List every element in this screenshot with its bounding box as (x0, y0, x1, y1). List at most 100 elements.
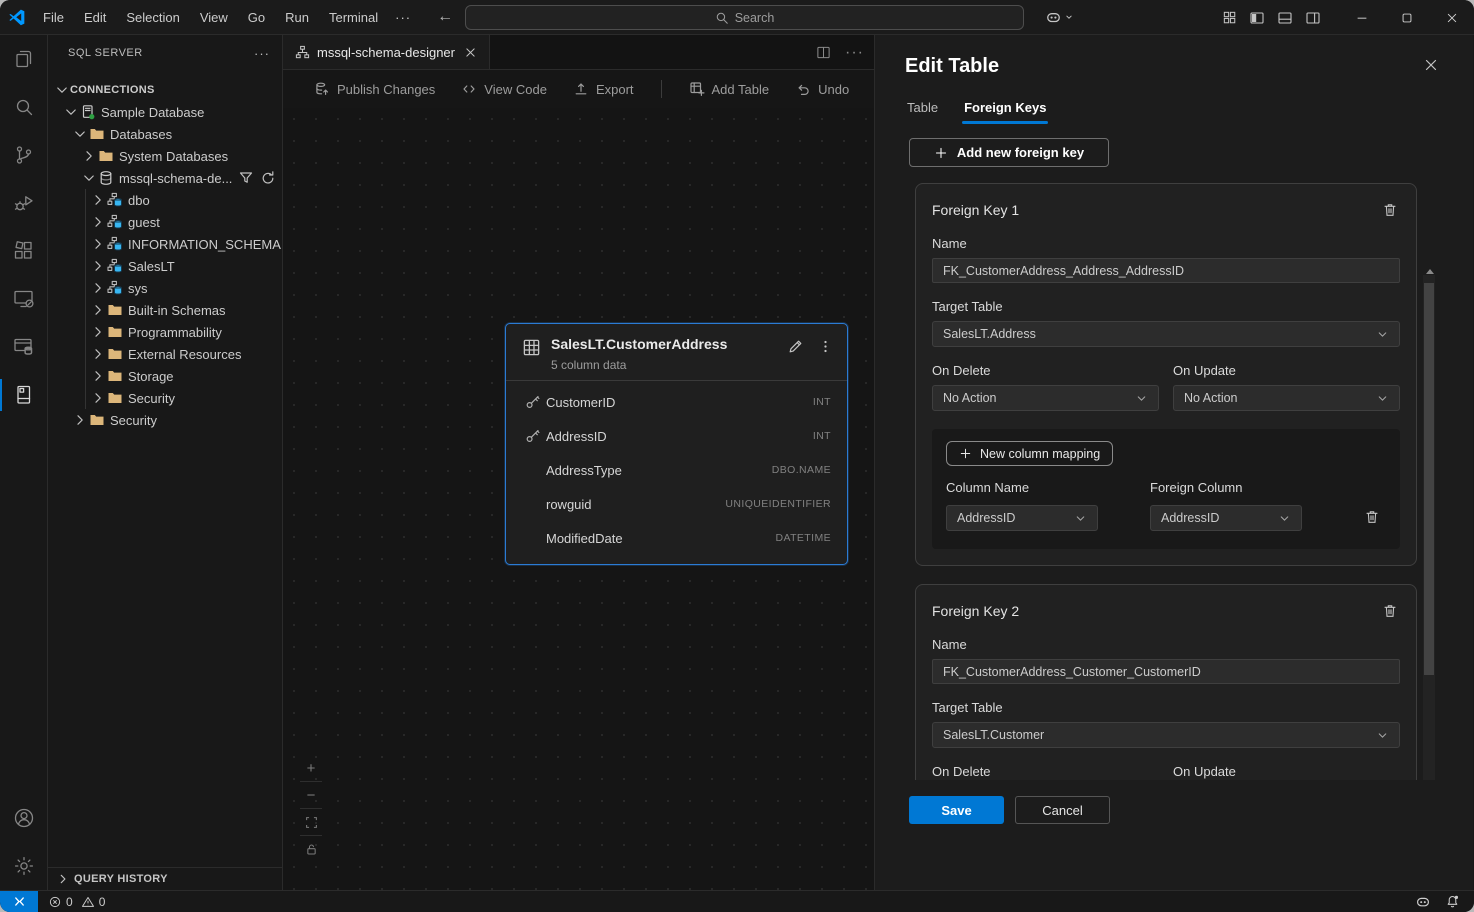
fk1-column-name-select[interactable]: AddressID (946, 505, 1098, 531)
tab-mssql-schema-designer[interactable]: mssql-schema-designer (283, 35, 490, 69)
fk2-name-input[interactable]: FK_CustomerAddress_Customer_CustomerID (932, 659, 1400, 684)
fk1-new-column-mapping-button[interactable]: New column mapping (946, 441, 1113, 466)
add-table-button[interactable]: Add Table (680, 76, 779, 102)
tree-item-sample-database[interactable]: Sample Database (48, 101, 282, 123)
lock-button[interactable] (297, 836, 325, 862)
tree-item-storage[interactable]: Storage (48, 365, 282, 387)
export-button[interactable]: Export (564, 76, 643, 102)
schema-canvas[interactable]: SalesLT.CustomerAddress 5 column data Cu… (283, 108, 874, 890)
nav-back-button[interactable]: ← (433, 6, 457, 28)
fk1-target-table-select[interactable]: SalesLT.Address (932, 321, 1400, 347)
scroll-up-icon[interactable] (1425, 268, 1435, 276)
tab-foreign-keys[interactable]: Foreign Keys (964, 100, 1046, 124)
menu-file[interactable]: File (34, 6, 73, 29)
activitybar-source-control[interactable] (0, 131, 47, 179)
tree-item-mssql-schema-de[interactable]: mssql-schema-de... (48, 167, 282, 189)
table-card-customeraddress[interactable]: SalesLT.CustomerAddress 5 column data Cu… (505, 323, 848, 565)
activitybar-remote-explorer[interactable] (0, 275, 47, 323)
tree-item-system-databases[interactable]: System Databases (48, 145, 282, 167)
tree-item-information-schema[interactable]: INFORMATION_SCHEMA (48, 233, 282, 255)
fk1-on-delete-select[interactable]: No Action (932, 385, 1159, 411)
split-editor-icon[interactable] (816, 45, 831, 60)
tree-item-security[interactable]: Security (48, 409, 282, 431)
fit-view-button[interactable] (297, 809, 325, 835)
toggle-secondary-sidebar-icon[interactable] (1305, 10, 1321, 26)
tab-table[interactable]: Table (907, 100, 938, 124)
edit-table-pencil-icon[interactable] (787, 338, 804, 355)
editor-group: mssql-schema-designer ··· Publish Change… (283, 35, 875, 890)
tree-item-external-resources[interactable]: External Resources (48, 343, 282, 365)
activitybar-sql-database[interactable] (0, 323, 47, 371)
cancel-button[interactable]: Cancel (1015, 796, 1110, 824)
tree-item-security[interactable]: Security (48, 387, 282, 409)
problems-indicator[interactable]: 0 0 (48, 895, 109, 909)
search-input[interactable]: Search (465, 5, 1024, 30)
menu-selection[interactable]: Selection (117, 6, 188, 29)
activitybar-explorer[interactable] (0, 35, 47, 83)
activitybar-extensions[interactable] (0, 227, 47, 275)
view-code-button[interactable]: View Code (452, 76, 556, 102)
delete-foreign-key-2-icon[interactable] (1380, 601, 1400, 621)
tree-item-dbo[interactable]: dbo (48, 189, 282, 211)
delete-foreign-key-1-icon[interactable] (1380, 200, 1400, 220)
activitybar-search[interactable] (0, 83, 47, 131)
close-window-button[interactable] (1429, 0, 1474, 35)
activitybar-account[interactable] (0, 794, 47, 842)
tree-item-saleslt[interactable]: SalesLT (48, 255, 282, 277)
activitybar-run-and-debug[interactable] (0, 179, 47, 227)
menu-go[interactable]: Go (239, 6, 274, 29)
menu-edit[interactable]: Edit (75, 6, 115, 29)
column-row-customerid[interactable]: CustomerIDINT (506, 385, 847, 419)
query-history-section[interactable]: QUERY HISTORY (48, 867, 282, 890)
designer-toolbar: Publish Changes View Code Export Add Table U… (283, 70, 874, 108)
tab-close-icon[interactable] (462, 44, 479, 61)
editor-more-actions[interactable]: ··· (845, 44, 864, 62)
minimize-button[interactable] (1339, 0, 1384, 35)
delete-mapping-icon[interactable] (1362, 507, 1382, 527)
panel-close-icon[interactable] (1419, 53, 1443, 77)
fk1-foreign-column-select[interactable]: AddressID (1150, 505, 1302, 531)
menu-view[interactable]: View (191, 6, 237, 29)
fk1-on-update-select[interactable]: No Action (1173, 385, 1400, 411)
fk2-target-table-select[interactable]: SalesLT.Customer (932, 722, 1400, 748)
zoom-out-button[interactable]: − (297, 782, 325, 808)
menu-run[interactable]: Run (276, 6, 318, 29)
copilot-menu[interactable] (1045, 9, 1074, 26)
tree-item-databases[interactable]: Databases (48, 123, 282, 145)
save-button[interactable]: Save (909, 796, 1004, 824)
activitybar-schema-designer[interactable] (0, 371, 47, 419)
fk1-name-input[interactable]: FK_CustomerAddress_Address_AddressID (932, 258, 1400, 283)
tree-item-guest[interactable]: guest (48, 211, 282, 233)
column-type: UNIQUEIDENTIFIER (725, 498, 831, 510)
menu-terminal[interactable]: Terminal (320, 6, 387, 29)
add-foreign-key-button[interactable]: Add new foreign key (909, 138, 1109, 167)
zoom-in-button[interactable]: + (297, 755, 325, 781)
activitybar-settings[interactable] (0, 842, 47, 890)
scrollbar-thumb[interactable] (1424, 283, 1434, 675)
tree-item-sys[interactable]: sys (48, 277, 282, 299)
copilot-status-icon[interactable] (1415, 894, 1431, 910)
column-row-modifieddate[interactable]: ModifiedDateDATETIME (506, 521, 847, 555)
customize-layout-icon[interactable] (1222, 10, 1237, 25)
chevron-down-icon (54, 82, 70, 98)
column-row-addresstype[interactable]: AddressTypeDBO.NAME (506, 453, 847, 487)
column-row-addressid[interactable]: AddressIDINT (506, 419, 847, 453)
notifications-bell-icon[interactable] (1445, 894, 1460, 909)
toggle-panel-icon[interactable] (1277, 10, 1293, 26)
toggle-primary-sidebar-icon[interactable] (1249, 10, 1265, 26)
table-more-actions-icon[interactable] (818, 339, 833, 354)
remote-indicator[interactable] (0, 891, 38, 912)
tree-item-built-in-schemas[interactable]: Built-in Schemas (48, 299, 282, 321)
column-row-rowguid[interactable]: rowguidUNIQUEIDENTIFIER (506, 487, 847, 521)
undo-button[interactable]: Undo (786, 76, 858, 102)
refresh-icon[interactable] (260, 170, 276, 186)
publish-changes-button[interactable]: Publish Changes (305, 76, 444, 102)
tree-item-connections[interactable]: CONNECTIONS (48, 79, 282, 101)
maximize-button[interactable] (1384, 0, 1429, 35)
menu-overflow[interactable]: ··· (387, 6, 419, 29)
panel-scrollbar[interactable] (1423, 275, 1435, 824)
filter-icon[interactable] (238, 170, 254, 186)
sidebar-more-actions[interactable]: ··· (254, 46, 270, 61)
toolbar-button-label: Export (596, 82, 634, 97)
tree-item-programmability[interactable]: Programmability (48, 321, 282, 343)
